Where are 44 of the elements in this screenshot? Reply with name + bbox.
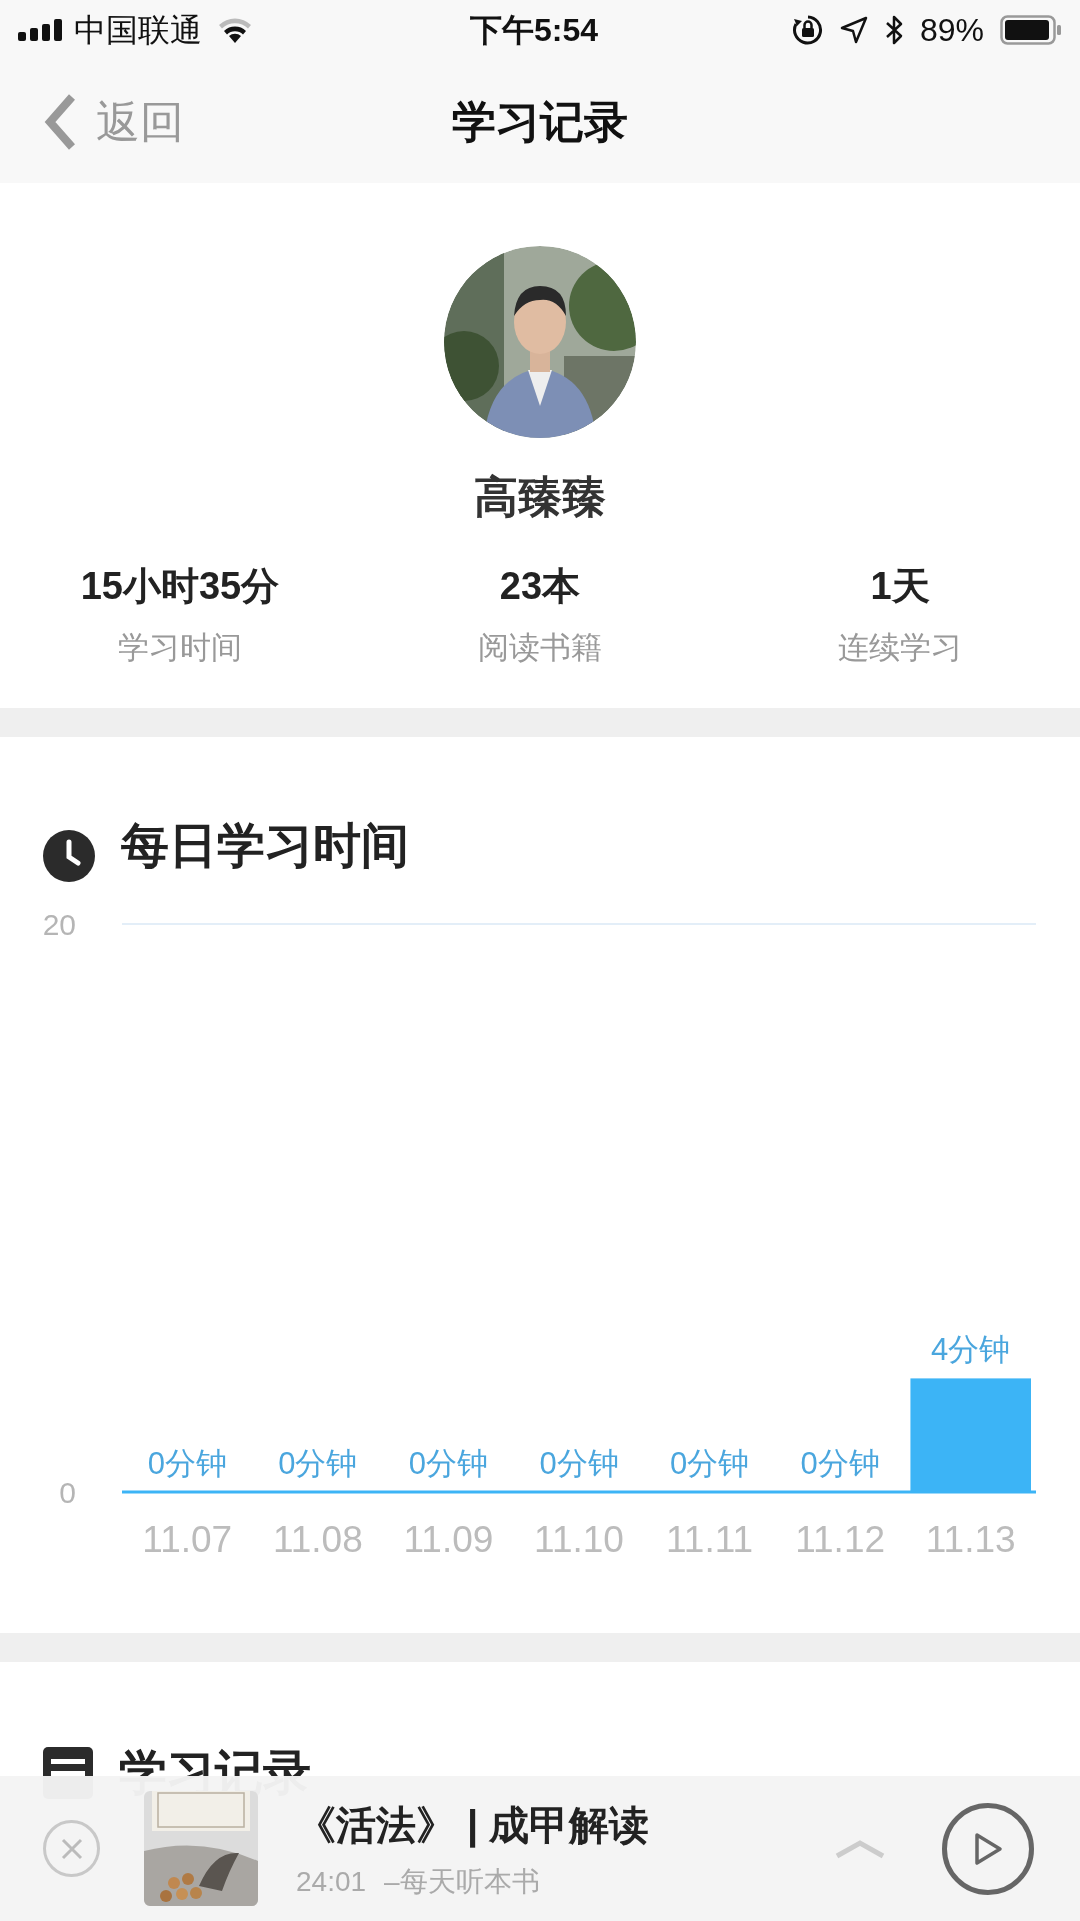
value-label: 0分钟 bbox=[800, 1446, 880, 1481]
battery-icon bbox=[1000, 15, 1062, 45]
date-label: 11.08 bbox=[272, 1519, 363, 1560]
axis-label: 20 bbox=[42, 908, 76, 941]
rotation-lock-icon bbox=[791, 14, 824, 46]
stat-value: 23本 bbox=[499, 564, 581, 609]
chevron-up-icon bbox=[834, 1838, 886, 1859]
clock-icon bbox=[43, 830, 95, 882]
track-title: 《活法》 | 成甲解读 bbox=[296, 1801, 650, 1850]
track-time: 24:01 bbox=[296, 1864, 367, 1899]
stat-value: 1天 bbox=[870, 564, 930, 609]
back-button[interactable]: 返回 bbox=[44, 88, 184, 155]
date-label: 11.07 bbox=[142, 1519, 233, 1560]
location-icon bbox=[839, 16, 868, 44]
axis-label: 0 bbox=[59, 1476, 76, 1509]
close-button[interactable] bbox=[43, 1820, 100, 1877]
play-icon bbox=[973, 1831, 1003, 1866]
section-title: 每日学习时间 bbox=[121, 818, 409, 874]
date-label: 11.13 bbox=[925, 1519, 1016, 1560]
date-label: 11.12 bbox=[795, 1519, 886, 1560]
clock-time: 下午5:54 bbox=[470, 11, 599, 50]
user-name: 高臻臻 bbox=[474, 471, 606, 523]
stat-label: 阅读书籍 bbox=[478, 629, 602, 667]
date-label: 11.11 bbox=[666, 1519, 754, 1560]
value-label: 0分钟 bbox=[539, 1446, 619, 1481]
track-source: –每天听本书 bbox=[384, 1864, 540, 1899]
value-label: 0分钟 bbox=[278, 1446, 358, 1481]
carrier-name: 中国联通 bbox=[74, 11, 202, 50]
value-label: 0分钟 bbox=[408, 1446, 489, 1481]
play-button[interactable] bbox=[942, 1802, 1034, 1895]
stat-label: 学习时间 bbox=[118, 629, 242, 667]
date-label: 11.10 bbox=[534, 1519, 624, 1560]
page-title: 学习记录 bbox=[452, 95, 628, 148]
back-chevron-icon bbox=[44, 92, 78, 151]
value-label: 0分钟 bbox=[669, 1446, 750, 1481]
value-label: 0分钟 bbox=[147, 1446, 227, 1481]
wifi-icon bbox=[218, 17, 252, 43]
date-label: 11.09 bbox=[403, 1519, 494, 1560]
battery-percent: 89% bbox=[919, 11, 984, 50]
close-icon bbox=[60, 1837, 83, 1860]
stat-value: 15小时35分 bbox=[80, 564, 280, 609]
signal-icon bbox=[18, 19, 64, 41]
stat-label: 连续学习 bbox=[838, 629, 962, 667]
value-label: 4分钟 bbox=[931, 1332, 1011, 1368]
